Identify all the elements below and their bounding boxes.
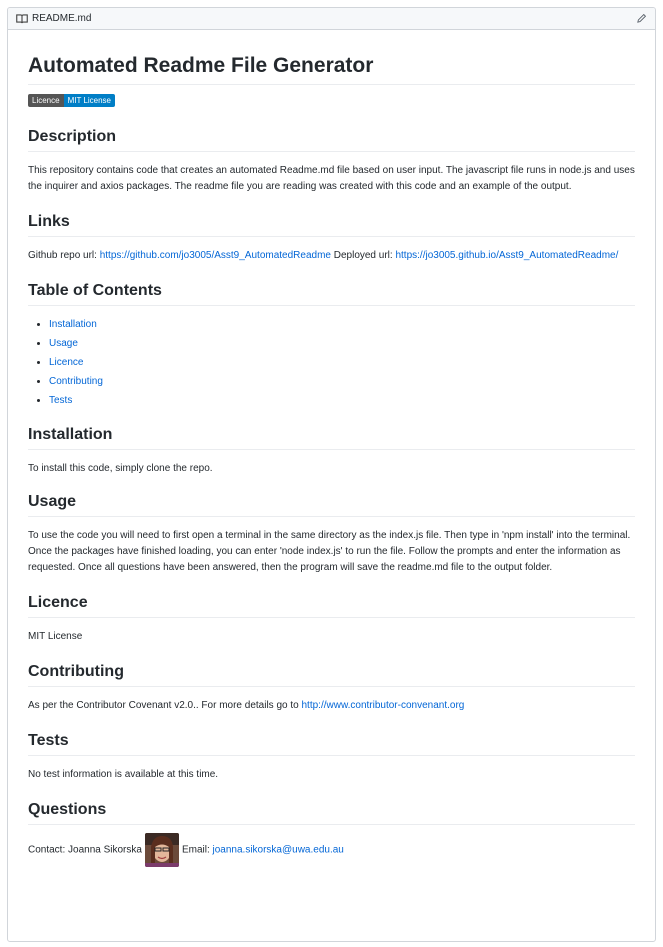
contributing-text: As per the Contributor Covenant v2.0.. F… [28, 698, 635, 714]
repo-link[interactable]: https://github.com/jo3005/Asst9_Automate… [100, 250, 331, 261]
heading-usage: Usage [28, 492, 635, 517]
questions-text: Contact: Joanna Sikorska Email: joanna.si… [28, 833, 635, 867]
contributing-body: As per the Contributor Covenant v2.0.. F… [28, 700, 302, 711]
heading-contributing: Contributing [28, 662, 635, 687]
email-link[interactable]: joanna.sikorska@uwa.edu.au [213, 845, 344, 856]
toc-item-contributing: Contributing [49, 372, 635, 391]
markdown-body: Automated Readme File Generator Licence … [8, 52, 655, 867]
links-text: Github repo url: https://github.com/jo30… [28, 248, 635, 264]
book-icon [16, 13, 29, 24]
toc-item-usage: Usage [49, 334, 635, 353]
toc-link-installation[interactable]: Installation [49, 319, 97, 330]
file-name: README.md [32, 13, 92, 24]
repo-prefix: Github repo url: [28, 250, 100, 261]
toc-link-licence[interactable]: Licence [49, 357, 83, 368]
toc-list: Installation Usage Licence Contributing … [28, 315, 635, 410]
licence-badge[interactable]: Licence MIT License [28, 94, 116, 107]
licence-text: MIT License [28, 631, 83, 642]
pencil-edit-icon[interactable] [636, 13, 647, 24]
toc-item-tests: Tests [49, 391, 635, 410]
heading-description: Description [28, 127, 635, 152]
heading-tests: Tests [28, 731, 635, 756]
email-prefix: Email: [181, 844, 213, 856]
contributor-covenant-link[interactable]: http://www.contributor-convenant.org [301, 700, 464, 711]
page-title: Automated Readme File Generator [28, 52, 635, 85]
heading-licence: Licence [28, 593, 635, 618]
usage-text: To use the code you will need to first o… [28, 530, 631, 573]
heading-links: Links [28, 212, 635, 237]
avatar [144, 833, 179, 867]
contact-text: Contact: Joanna Sikorska [28, 844, 142, 856]
heading-toc: Table of Contents [28, 281, 635, 306]
tests-text: No test information is available at this… [28, 769, 219, 780]
readme-container: README.md Automated Readme File Generato… [7, 7, 656, 942]
toc-link-tests[interactable]: Tests [49, 395, 72, 406]
toc-link-usage[interactable]: Usage [49, 338, 78, 349]
deployed-link[interactable]: https://jo3005.github.io/Asst9_Automated… [395, 250, 618, 261]
toc-item-installation: Installation [49, 315, 635, 334]
installation-text: To install this code, simply clone the r… [28, 463, 213, 474]
file-header: README.md [8, 8, 655, 30]
heading-installation: Installation [28, 425, 635, 450]
heading-questions: Questions [28, 800, 635, 825]
toc-link-contributing[interactable]: Contributing [49, 376, 103, 387]
badge-label: Licence [28, 94, 64, 107]
toc-item-licence: Licence [49, 353, 635, 372]
description-text: This repository contains code that creat… [28, 165, 635, 192]
deployed-prefix: Deployed url: [330, 250, 396, 261]
badge-value: MIT License [63, 94, 116, 107]
